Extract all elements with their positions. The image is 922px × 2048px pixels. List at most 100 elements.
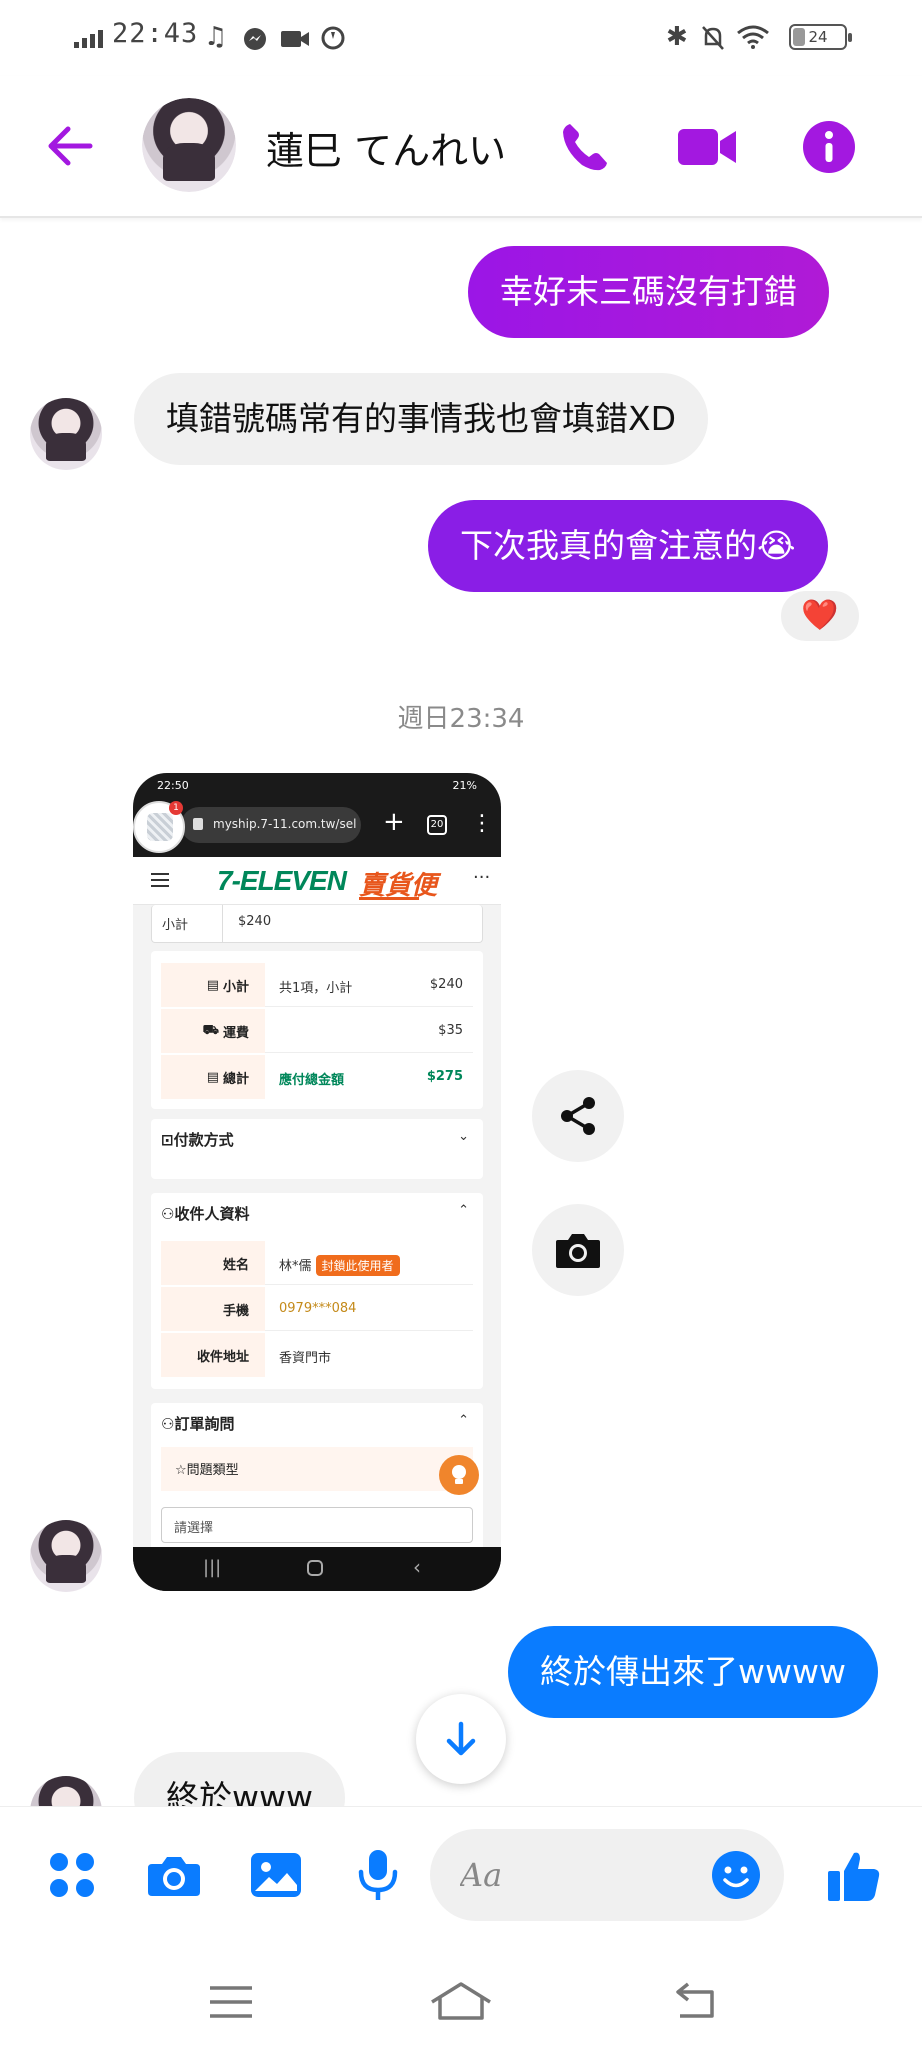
chat-header: 蓮巳 てんれい (0, 76, 922, 218)
star-icon: ☆ (175, 1463, 187, 1478)
battery-level: 24 (808, 28, 828, 46)
voice-call-button[interactable] (552, 114, 618, 180)
mute-icon (702, 26, 724, 50)
lightbulb-icon (439, 1455, 479, 1495)
timestamp: 週日23:34 (397, 704, 525, 734)
image-icon (251, 1853, 301, 1897)
music-icon: ♫ (204, 22, 228, 52)
message-bubble-outgoing[interactable]: 下次我真的會注意的😭 (428, 500, 828, 592)
tab-count: 20 (427, 815, 447, 835)
seven-eleven-logo: 7-ELEVEN (217, 865, 347, 896)
shot-summary-row: ⛟ 運費 $35 (161, 1009, 473, 1053)
camera-button[interactable] (142, 1843, 206, 1907)
shot-recipient-row: 收件地址 香資門市 (161, 1333, 473, 1377)
shot-notification-badge: 1 (169, 801, 183, 815)
service-logo: 賣貨便 (359, 865, 437, 902)
shot-url-text: myship.7-11.com.tw/sel (213, 817, 357, 831)
shared-image[interactable]: 22:50 21% myship.7-11.com.tw/sel + 20 ⋮ … (133, 773, 501, 1591)
like-button[interactable] (822, 1843, 886, 1907)
recents-icon: ||| (203, 1557, 222, 1578)
four-dots-icon (50, 1853, 94, 1897)
contact-avatar-small[interactable] (30, 398, 102, 470)
wifi-icon (737, 25, 769, 49)
battery-icon: 24 (789, 24, 852, 50)
chevron-down-icon: ⌄ (458, 1129, 469, 1144)
recent-apps-icon[interactable] (196, 1974, 266, 2030)
share-icon (561, 1097, 595, 1135)
chevron-up-icon: ⌃ (458, 1413, 469, 1428)
shot-status-time: 22:50 (157, 779, 189, 792)
message-composer (0, 1806, 922, 1958)
chevron-up-icon: ⌃ (458, 1203, 469, 1218)
home-icon (307, 1560, 323, 1576)
shot-payment-section: ⊡付款方式 ⌄ (151, 1119, 483, 1179)
phone-icon (563, 124, 607, 171)
contact-name[interactable]: 蓮巳 てんれい (266, 120, 506, 175)
status-time: 22:43 (112, 18, 199, 49)
app-notification-icon (321, 26, 345, 50)
person-icon: ⚇ (161, 1415, 175, 1433)
video-camera-icon (678, 129, 736, 165)
signal-icon (74, 26, 103, 48)
shot-url-bar: myship.7-11.com.tw/sel (181, 807, 361, 843)
camera-icon (148, 1857, 200, 1896)
status-bar: 22:43 ♫ ✱ 24 (0, 0, 922, 76)
arrow-down-icon (446, 1721, 476, 1756)
video-notification-icon (281, 31, 309, 47)
save-image-button[interactable] (532, 1204, 624, 1296)
gallery-button[interactable] (244, 1843, 308, 1907)
message-bubble-outgoing[interactable]: 幸好末三碼沒有打錯 (468, 246, 829, 338)
shot-subtotal-label: 小計 (162, 918, 189, 933)
message-input[interactable] (460, 1849, 700, 1901)
lock-icon (193, 818, 203, 830)
truck-icon: ⛟ (202, 1022, 219, 1038)
new-tab-icon: + (383, 807, 405, 837)
calculator-icon: ▤ (206, 1069, 219, 1085)
message-bubble-outgoing[interactable]: 終於傳出來了wwww (508, 1626, 878, 1718)
scroll-to-bottom-button[interactable] (416, 1694, 506, 1784)
shot-status-battery: 21% (452, 779, 477, 792)
shot-recipient-row: 手機 0979***084 (161, 1287, 473, 1331)
shot-recipient-section: ⚇收件人資料 ⌃ 姓名 林*儒 封鎖此使用者 手機 0979***084 收件地址… (151, 1193, 483, 1389)
shot-inquiry-section: ⚇訂單詢問 ⌃ ☆問題類型 請選擇 (151, 1403, 483, 1547)
shot-status-bar: 22:50 21% (133, 773, 501, 799)
shot-subtotal-value: $240 (238, 914, 272, 929)
thumbs-up-icon (828, 1852, 880, 1901)
calculator-icon: ▤ (206, 977, 219, 993)
share-button[interactable] (532, 1070, 624, 1162)
shot-select-box: 請選擇 (161, 1507, 473, 1543)
message-input-box[interactable] (430, 1829, 784, 1921)
shot-web-page: 7-ELEVEN 賣貨便 ··· 小計 $240 ▤ 小計 共1項，小計 $240… (133, 857, 501, 1547)
info-icon (803, 121, 855, 173)
video-call-button[interactable] (674, 114, 740, 180)
shot-summary-row: ▤ 總計 應付總金額 $275 (161, 1055, 473, 1099)
heart-icon: ❤️ (801, 598, 839, 633)
bluetooth-icon: ✱ (666, 22, 688, 52)
shot-subtotal-row-top: 小計 $240 (151, 905, 483, 943)
more-actions-button[interactable] (40, 1843, 104, 1907)
back-icon[interactable] (664, 1974, 734, 2030)
shot-brand-bar: 7-ELEVEN 賣貨便 ··· (133, 857, 501, 905)
message-bubble-incoming[interactable]: 填錯號碼常有的事情我也會填錯XD (134, 373, 709, 465)
camera-icon (556, 1234, 600, 1268)
smiley-icon (712, 1851, 760, 1899)
back-arrow-icon[interactable] (42, 116, 102, 176)
back-icon: ‹ (413, 1555, 421, 1579)
heart-reaction[interactable]: ❤️ (778, 588, 862, 644)
voice-message-button[interactable] (346, 1843, 410, 1907)
more-vertical-icon: ⋮ (471, 811, 493, 836)
contact-avatar[interactable] (142, 98, 236, 192)
shot-summary-row: ▤ 小計 共1項，小計 $240 (161, 963, 473, 1007)
person-icon: ⚇ (161, 1205, 175, 1223)
hamburger-menu-icon (151, 873, 169, 887)
home-icon[interactable] (426, 1974, 496, 2030)
emoji-button[interactable] (710, 1849, 762, 1901)
shot-recipient-row: 姓名 林*儒 封鎖此使用者 (161, 1241, 473, 1285)
shot-summary-card: ▤ 小計 共1項，小計 $240 ⛟ 運費 $35 ▤ 總計 應付總金額 $275 (151, 951, 483, 1109)
messenger-icon (244, 28, 266, 50)
cash-icon: ⊡ (161, 1131, 174, 1149)
shot-question-type: ☆問題類型 (161, 1447, 473, 1491)
info-button[interactable] (796, 114, 862, 180)
system-nav-bar (0, 1958, 922, 2048)
contact-avatar-small[interactable] (30, 1520, 102, 1592)
